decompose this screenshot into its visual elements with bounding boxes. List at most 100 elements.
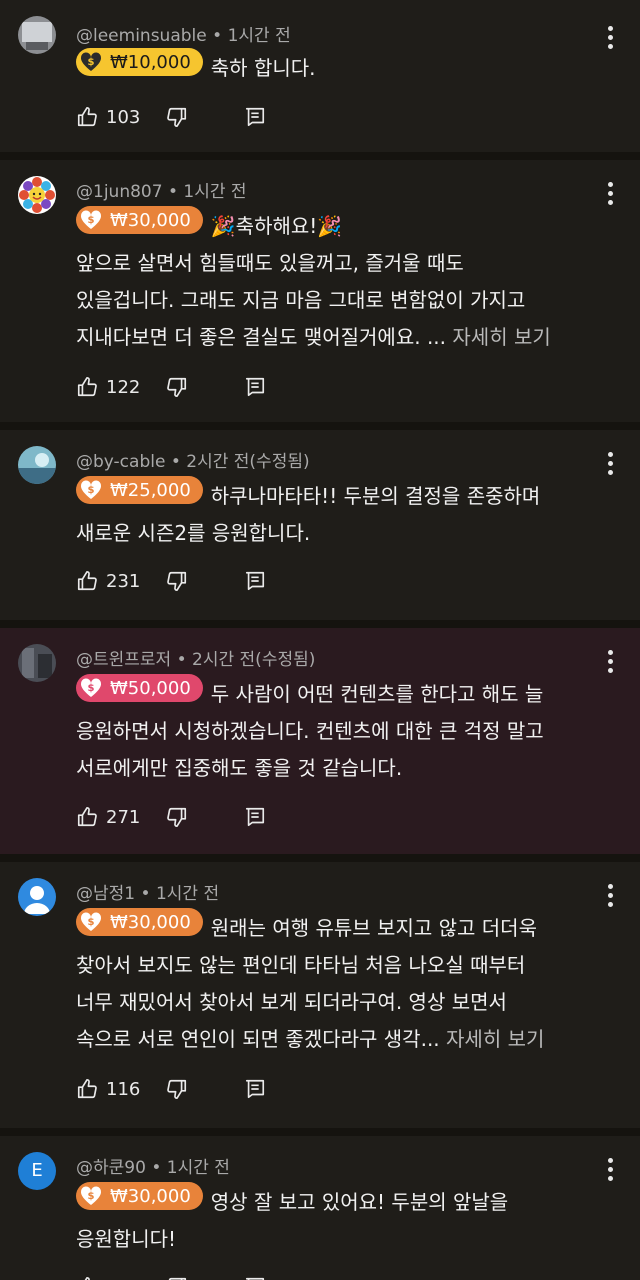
super-thanks-heart-icon: $: [80, 678, 102, 697]
super-thanks-amount: ₩25,000: [110, 479, 191, 501]
thumbs-down-icon: [167, 107, 187, 127]
timestamp: 1시간 전: [183, 182, 247, 202]
super-thanks-chip: $ ₩30,000: [76, 1182, 203, 1210]
like-button[interactable]: 172: [76, 1276, 140, 1280]
divider: [0, 422, 640, 430]
super-thanks-amount: ₩30,000: [110, 1185, 191, 1207]
reply-button[interactable]: [244, 1078, 266, 1100]
reply-button[interactable]: [244, 376, 266, 398]
author-handle[interactable]: @by-cable: [76, 452, 165, 472]
thumbs-up-icon: [77, 1079, 97, 1099]
comment-body: $ ₩30,000 영상 잘 보고 있어요! 두분의 앞날을 응원합니다!: [76, 1182, 584, 1258]
author-handle[interactable]: @하쿤90: [76, 1158, 146, 1178]
avatar[interactable]: [18, 446, 56, 484]
like-button[interactable]: 122: [76, 376, 140, 398]
like-button[interactable]: 116: [76, 1078, 140, 1100]
avatar[interactable]: [18, 16, 56, 54]
comment-text-line: 지내다보면 더 좋은 결실도 맺어질거에요. ...: [76, 325, 447, 349]
reply-button[interactable]: [244, 570, 266, 592]
avatar[interactable]: E: [18, 1152, 56, 1190]
reply-button[interactable]: [244, 1276, 266, 1280]
avatar[interactable]: [18, 878, 56, 916]
comment-text-line: 앞으로 살면서 힘들때도 있을꺼고, 즐거울 때도: [76, 251, 464, 275]
comment-actions: 271: [76, 802, 266, 832]
like-button[interactable]: 231: [76, 570, 140, 592]
like-count: 271: [106, 806, 141, 828]
like-count: 103: [106, 106, 141, 128]
comment-text-line: 새로운 시즌2를 응원합니다.: [76, 521, 311, 545]
timestamp: 2시간 전(수정됨): [192, 650, 316, 670]
like-count: 231: [106, 570, 141, 592]
super-thanks-comment: @by-cable • 2시간 전(수정됨) $ ₩25,000 하쿠나마타타!…: [0, 430, 640, 620]
thumbs-up-icon: [84, 1277, 90, 1280]
divider: [0, 152, 640, 160]
dislike-button[interactable]: [166, 570, 188, 592]
dislike-button[interactable]: [166, 106, 188, 128]
divider: [0, 854, 640, 862]
more-options-icon[interactable]: [608, 452, 614, 479]
dislike-button[interactable]: [166, 376, 188, 398]
comment-text-line: 찾아서 보지도 않는 편인데 타타님 처음 나오실 때부터: [76, 953, 526, 977]
avatar[interactable]: [18, 644, 56, 682]
thumbs-down-icon: [167, 1079, 187, 1099]
svg-text:$: $: [88, 683, 95, 694]
comment-body: $ ₩30,000 원래는 여행 유튜브 보지고 않고 더더욱 찾아서 보지도 …: [76, 908, 600, 1058]
author-handle[interactable]: @1jun807: [76, 182, 163, 202]
like-button[interactable]: 103: [76, 106, 140, 128]
comment-meta: @트윈프로저 • 2시간 전(수정됨): [76, 645, 315, 670]
svg-text:$: $: [88, 485, 95, 496]
thumbs-down-icon: [167, 807, 187, 827]
separator-dot: •: [167, 182, 184, 202]
more-options-icon[interactable]: [608, 1158, 614, 1185]
thumbs-down-icon: [167, 571, 187, 591]
read-more-link[interactable]: 자세히 보기: [446, 1027, 544, 1051]
comment-text-line: 속으로 서로 연인이 되면 좋겠다라구 생각...: [76, 1027, 440, 1051]
super-thanks-amount: ₩10,000: [110, 51, 191, 73]
svg-text:$: $: [88, 917, 95, 928]
dislike-button[interactable]: [166, 1276, 188, 1280]
comment-text-line: 영상 잘 보고 있어요! 두분의 앞날을: [210, 1190, 509, 1214]
comment-text-line: 있을겁니다. 그래도 지금 마음 그대로 변함없이 가지고: [76, 288, 526, 312]
comment-text-line: 원래는 여행 유튜브 보지고 않고 더더욱: [210, 916, 537, 940]
super-thanks-amount: ₩30,000: [110, 209, 191, 231]
reply-icon: [246, 107, 265, 127]
more-options-icon[interactable]: [608, 26, 614, 53]
super-thanks-comment: @남정1 • 1시간 전 $ ₩30,000 원래는 여행 유튜브 보지고 않고…: [0, 862, 640, 1128]
super-thanks-amount: ₩30,000: [110, 911, 191, 933]
read-more-link[interactable]: 자세히 보기: [452, 325, 550, 349]
timestamp: 1시간 전: [166, 1158, 230, 1178]
svg-text:$: $: [88, 215, 95, 226]
comment-text-line: 서로에게만 집중해도 좋을 것 같습니다.: [76, 756, 403, 780]
comment-text-line: 하쿠나마타타!! 두분의 결정을 존중하며: [210, 484, 541, 508]
more-options-icon[interactable]: [608, 650, 614, 677]
comment-actions: 172: [76, 1272, 266, 1280]
comment-meta: @남정1 • 1시간 전: [76, 879, 219, 904]
author-handle[interactable]: @남정1: [76, 884, 135, 904]
comment-actions: 103: [76, 102, 266, 132]
like-count: 172: [106, 1277, 140, 1280]
super-thanks-heart-icon: $: [80, 52, 102, 71]
author-handle[interactable]: @트윈프로저: [76, 650, 171, 670]
dislike-button[interactable]: [166, 1078, 188, 1100]
comment-body: $ ₩25,000 하쿠나마타타!! 두분의 결정을 존중하며 새로운 시즌2를…: [76, 476, 584, 552]
like-count: 122: [106, 376, 141, 398]
more-options-icon[interactable]: [608, 884, 614, 911]
avatar[interactable]: [18, 176, 56, 214]
comment-meta: @1jun807 • 1시간 전: [76, 177, 247, 202]
more-options-icon[interactable]: [608, 182, 614, 209]
thumbs-up-icon: [77, 377, 97, 397]
reply-button[interactable]: [244, 106, 266, 128]
comment-body: $ ₩50,000 두 사람이 어떤 컨텐츠를 한다고 해도 늘 응원하면서 시…: [76, 674, 600, 787]
separator-dot: •: [140, 884, 156, 904]
comment-meta: @leeminsuable • 1시간 전: [76, 21, 291, 46]
reply-button[interactable]: [244, 806, 266, 828]
super-thanks-chip: $ ₩50,000: [76, 674, 203, 702]
separator-dot: •: [176, 650, 193, 670]
dislike-button[interactable]: [166, 806, 188, 828]
timestamp: 1시간 전: [227, 26, 291, 46]
comment-body: $ ₩30,000 🎉축하해요!🎉 앞으로 살면서 힘들때도 있을꺼고, 즐거울…: [76, 206, 600, 356]
comment-feed: @leeminsuable • 1시간 전 $ ₩10,000 축하 합니다. …: [0, 0, 640, 1280]
like-button[interactable]: 271: [76, 806, 140, 828]
timestamp: 1시간 전: [155, 884, 220, 904]
separator-dot: •: [170, 452, 187, 472]
